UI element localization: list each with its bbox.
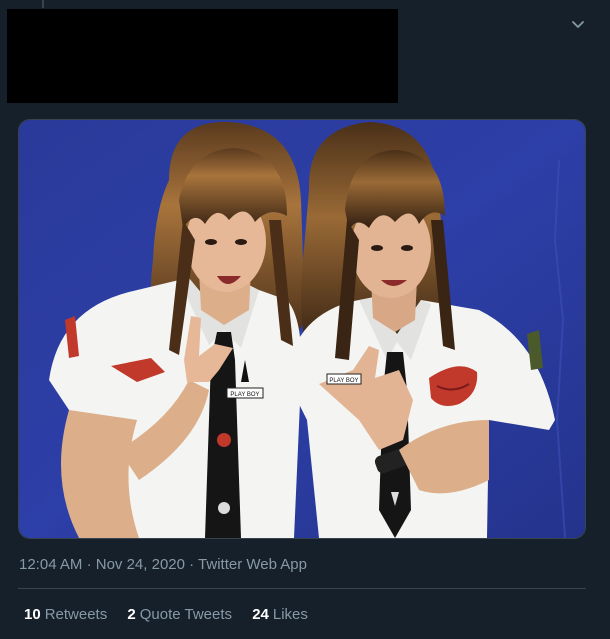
thread-connector-line [42,0,44,8]
quote-tweets-label: Quote Tweets [139,606,233,623]
left-shirt-patch-text: PLAY BOY [230,392,259,398]
meta-separator: · [189,556,195,573]
source-app-link[interactable]: Twitter Web App [198,556,307,573]
more-options-chevron-icon[interactable] [568,14,588,34]
redacted-author-and-text [7,9,398,103]
stats-divider-top [18,588,586,589]
right-shirt-patch-text: PLAY BOY [329,378,358,384]
likes-stat[interactable]: 24 Likes [252,606,308,623]
likes-label: Likes [272,606,308,623]
quote-tweets-count: 2 [127,606,136,623]
tweet-stats-row: 10 Retweets 2 Quote Tweets 24 Likes [24,606,324,623]
meta-separator: · [86,556,92,573]
tweet-photo[interactable]: PLAY BOY PLAY BOY [18,119,586,539]
retweets-stat[interactable]: 10 Retweets [24,606,107,623]
tweet-time[interactable]: 12:04 AM [19,556,82,573]
likes-count: 24 [252,606,269,623]
tweet-date[interactable]: Nov 24, 2020 [96,556,185,573]
quote-tweets-stat[interactable]: 2 Quote Tweets [127,606,232,623]
tweet-timestamp-line: 12:04 AM · Nov 24, 2020 · Twitter Web Ap… [19,556,307,573]
tweet-detail: PLAY BOY PLAY BOY 12:04 AM · Nov 24, 202… [0,0,610,639]
retweets-label: Retweets [44,606,108,623]
retweets-count: 10 [24,606,41,623]
